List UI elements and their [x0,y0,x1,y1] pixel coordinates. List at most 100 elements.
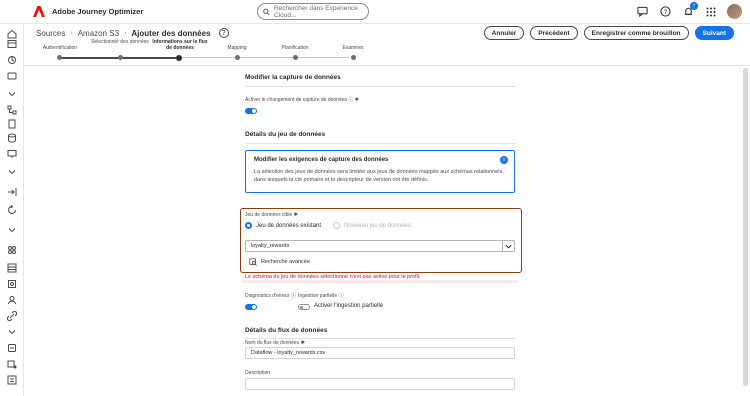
flow-details-title: Détails du flux de données [245,327,328,334]
step-dot-authentication [57,55,62,60]
change-capture-toggle-label: Activer le changement de capture de donn… [245,96,359,103]
existing-dataset-label[interactable]: Jeu de données existant [256,223,321,229]
notification-badge: 7 [690,1,698,10]
flow-name-input[interactable]: Dataflow - loyalty_rewards.csv [245,347,515,359]
warning-highlight [242,280,519,283]
chevron-down-icon[interactable] [6,326,18,338]
advanced-search-link[interactable]: Recherche avancée [249,258,310,266]
save-draft-button[interactable]: Enregistrer comme brouillon [583,26,689,40]
database-icon[interactable] [6,132,18,144]
left-nav [0,24,24,396]
description-label: Description [245,370,271,376]
content-icon[interactable] [6,118,18,130]
top-bar: Adobe Journey Optimizer Rechercher dans … [0,0,750,24]
dataset-select[interactable]: loyalty_rewards [245,240,515,252]
search-placeholder: Rechercher dans Experience Cloud... [273,4,358,19]
link-icon[interactable] [6,310,18,322]
adobe-logo-icon[interactable] [32,5,46,19]
divider [245,338,516,339]
flow-icon[interactable] [6,104,18,116]
info-icon: i [500,156,508,164]
step-review: Examiner [342,45,364,51]
schemas-icon[interactable] [6,262,18,274]
error-diagnostics-label: Diagnostics d'erreur ⓘ [245,292,296,299]
new-dataset-radio[interactable] [333,222,341,229]
help-circle-icon[interactable]: ? [218,28,229,38]
dataset-select-value: loyalty_rewards [251,243,290,249]
breadcrumb-sources[interactable]: Sources [36,29,65,38]
apps-grid-icon[interactable] [704,5,718,19]
breadcrumb-separator: › [124,29,127,37]
step-mapping: Mapping [227,45,247,51]
new-dataset-label[interactable]: Nouveau jeu de données [344,223,411,229]
step-dot-mapping [235,55,240,60]
advanced-search-icon [249,258,257,266]
partial-ingestion-toggle-label[interactable]: Activer l'ingestion partielle [314,303,383,309]
step-dot-dataflow-details [176,54,182,61]
chevron-down-icon[interactable] [502,241,514,251]
chevron-down-icon[interactable] [6,166,18,178]
search-input[interactable]: Rechercher dans Experience Cloud... [257,3,369,20]
campaigns-icon[interactable] [6,70,18,82]
info-icon[interactable]: ⓘ [291,293,296,299]
divider [245,86,516,87]
info-notice-title: Modifier les exigences de capture des do… [254,157,389,163]
flow-name-value: Dataflow - loyalty_rewards.csv [251,350,326,356]
partial-ingestion-label-text: Ingestion partielle [298,293,338,299]
search-icon [263,8,270,15]
target-dataset-label-text: Jeu de données cible [245,212,293,218]
journeys-icon[interactable] [6,54,18,66]
settings-icon[interactable] [6,342,18,354]
step-dataflow-details: Informations sur le flux de données [152,39,208,51]
chevron-down-icon[interactable] [6,88,18,100]
page-title: Ajouter des données [131,28,211,38]
breadcrumb-amazon-s3[interactable]: Amazon S3 [78,29,119,38]
page-scrollbar[interactable] [743,68,748,386]
sources-icon[interactable] [6,186,18,198]
step-select-data: Sélectionner des données [91,39,149,45]
description-input[interactable] [245,378,515,390]
wizard-steps: Authentification Sélectionner des donnée… [36,38,376,62]
step-dot-review [351,55,356,60]
offers-icon[interactable] [6,278,18,290]
info-notice: Modifier les exigences de capture des do… [245,150,515,193]
feedback-icon[interactable] [635,5,649,19]
previous-button[interactable]: Précédent [530,26,578,40]
divider [245,143,516,144]
step-dot-select-data [118,55,123,60]
monitor-icon[interactable] [6,148,18,160]
svg-text:?: ? [663,9,667,16]
step-dot-scheduling [293,55,298,60]
info-notice-text: La sélection des jeux de données sera li… [254,169,504,183]
flow-name-label: Nom du flux de données ✱ [245,340,305,346]
app-name[interactable]: Adobe Journey Optimizer [52,7,143,16]
reports-icon[interactable] [6,374,18,386]
cancel-button[interactable]: Annuler [483,26,525,40]
info-icon[interactable]: ⓘ ✱ [348,97,359,103]
change-capture-title: Modifier la capture de données [245,74,341,81]
refresh-icon[interactable] [6,204,18,216]
change-capture-toggle[interactable] [245,108,257,114]
flow-name-label-text: Nom du flux de données [245,340,300,346]
error-diagnostics-label-text: Diagnostics d'erreur [245,293,290,299]
dashboard-icon[interactable] [6,38,18,50]
target-dataset-label: Jeu de données cible ✱ [245,212,298,218]
main-content: Modifier la capture de données Activer l… [24,66,740,396]
help-icon[interactable]: ? [658,5,672,19]
action-buttons: Annuler Précédent Enregistrer comme brou… [483,26,734,40]
dataset-details-title: Détails du jeu de données [245,131,326,138]
chevron-down-icon[interactable] [6,224,18,236]
info-icon[interactable]: ⓘ [339,293,344,299]
dataset-mode-radio-group: Jeu de données existant Nouveau jeu de d… [245,222,411,229]
channels-icon[interactable] [6,358,18,370]
identity-icon[interactable] [6,294,18,306]
existing-dataset-radio[interactable] [245,222,252,229]
error-diagnostics-toggle[interactable] [245,304,257,310]
partial-ingestion-toggle[interactable] [298,304,310,310]
audiences-icon[interactable] [6,244,18,256]
step-scheduling: Planification [281,45,309,51]
next-button[interactable]: Suivant [694,26,734,40]
user-avatar[interactable] [727,4,742,19]
notifications-bell-icon[interactable]: 7 [681,1,698,19]
partial-ingestion-label: Ingestion partielle ⓘ [298,292,344,299]
